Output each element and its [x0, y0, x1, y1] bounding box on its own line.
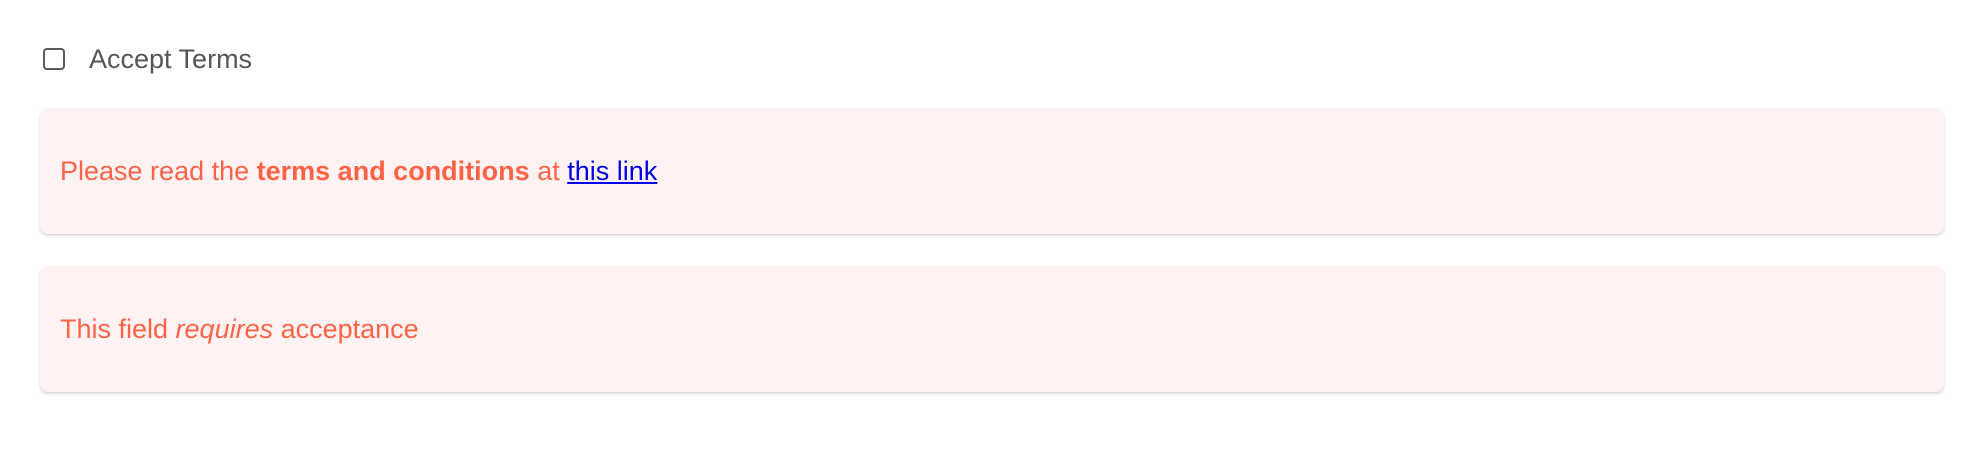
terms-notice-middle: at: [529, 155, 568, 186]
required-notice-text: This field requires acceptance: [60, 313, 419, 345]
accept-terms-checkbox-row[interactable]: Accept Terms: [43, 37, 252, 81]
required-notice-suffix: acceptance: [273, 313, 419, 344]
required-notice-card: This field requires acceptance: [40, 266, 1944, 392]
terms-notice-card: Please read the terms and conditions at …: [40, 108, 1944, 234]
form-page: Accept Terms Please read the terms and c…: [0, 0, 1976, 464]
terms-notice-strong: terms and conditions: [256, 155, 530, 186]
terms-link[interactable]: this link: [567, 156, 657, 186]
accept-terms-label[interactable]: Accept Terms: [89, 37, 252, 81]
required-notice-emphasis: requires: [175, 313, 274, 344]
accept-terms-checkbox[interactable]: [43, 48, 65, 70]
terms-notice-text: Please read the terms and conditions at …: [60, 155, 657, 187]
terms-notice-prefix: Please read the: [60, 155, 257, 186]
required-notice-prefix: This field: [60, 313, 176, 344]
